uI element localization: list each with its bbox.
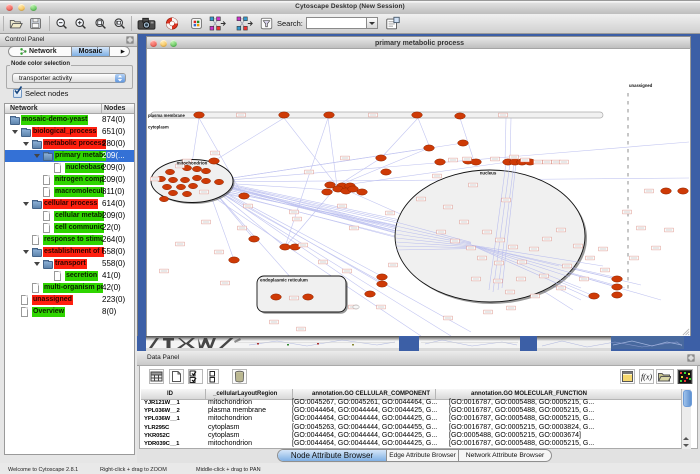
svg-text:plasma membrane: plasma membrane: [148, 113, 185, 118]
svg-text:mitochondrion: mitochondrion: [177, 161, 208, 166]
svg-text:cytoplasm: cytoplasm: [148, 125, 169, 130]
svg-text:unassigned: unassigned: [629, 83, 653, 88]
svg-text:f(x): f(x): [641, 373, 652, 382]
svg-text:endoplasmic reticulum: endoplasmic reticulum: [260, 278, 308, 283]
svg-text:nucleus: nucleus: [480, 171, 497, 176]
